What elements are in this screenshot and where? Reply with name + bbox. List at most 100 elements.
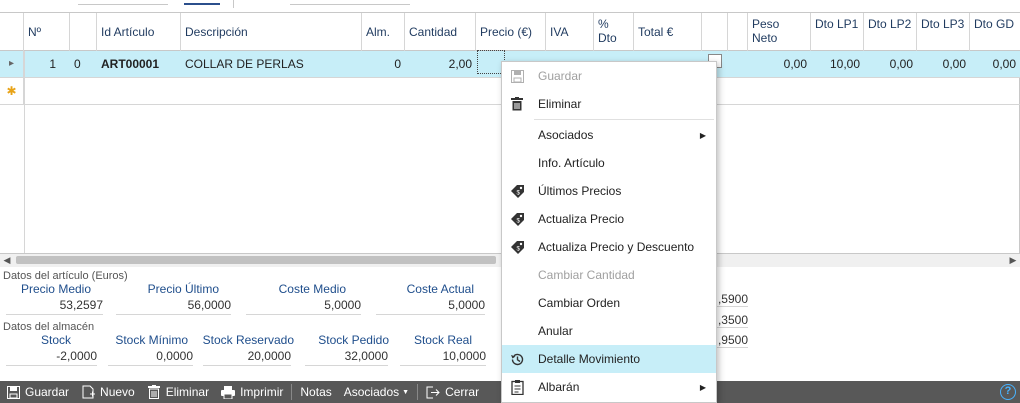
cerrar-label: Cerrar: [445, 385, 480, 399]
stock-reservado-label: Stock Reservado: [202, 333, 294, 347]
menu-item-eliminar[interactable]: Eliminar: [502, 90, 716, 118]
cell-num-b: 0: [74, 57, 81, 71]
dropdown-caret-icon: ▼: [402, 388, 410, 396]
scroll-left-icon[interactable]: ◀: [0, 254, 14, 267]
toolbar-separator: [417, 384, 419, 400]
scroll-thumb[interactable]: [16, 256, 496, 264]
cell-dto-lp2: 0,00: [889, 57, 913, 71]
eliminar-button[interactable]: Eliminar: [141, 381, 215, 403]
cell-descripcion: COLLAR DE PERLAS: [185, 57, 304, 71]
menu-label: Asociados: [538, 128, 594, 142]
stock-label: Stock: [40, 333, 71, 347]
new-row-star-icon: ✱: [0, 78, 24, 104]
menu-item-asociados[interactable]: Asociados ▶: [502, 121, 716, 149]
header-dto-lp3[interactable]: Dto LP3: [917, 13, 970, 51]
stock-real-label: Stock Real: [413, 333, 472, 347]
nuevo-button[interactable]: Nuevo: [75, 381, 141, 403]
header-dto-lp1[interactable]: Dto LP1: [811, 13, 864, 51]
menu-item-ultimos-precios[interactable]: $ Últimos Precios: [502, 177, 716, 205]
top-tab-fragment[interactable]: [184, 0, 220, 5]
imprimir-button[interactable]: Imprimir: [215, 381, 289, 403]
menu-label: Info. Artículo: [538, 156, 605, 170]
guardar-label: Guardar: [25, 385, 70, 399]
header-cantidad[interactable]: Cantidad: [405, 13, 476, 51]
articulo-section-title: Datos del artículo (Euros): [3, 270, 128, 282]
scroll-right-icon[interactable]: ▶: [1006, 254, 1020, 267]
asociados-button[interactable]: Asociados ▼: [338, 381, 415, 403]
cell-dto-gd: 0,00: [992, 57, 1016, 71]
submenu-arrow-icon: ▶: [699, 382, 706, 392]
row-selector-icon[interactable]: ▸: [0, 51, 24, 77]
menu-item-anular[interactable]: Anular: [502, 317, 716, 345]
coste-actual-label: Coste Actual: [406, 282, 474, 296]
guardar-button[interactable]: Guardar: [0, 381, 75, 403]
menu-item-guardar[interactable]: Guardar: [502, 62, 716, 90]
precio-ultimo-value: 56,0000: [116, 298, 231, 315]
coste-medio-label: Coste Medio: [278, 282, 346, 296]
cell-cantidad: 2,00: [448, 57, 472, 71]
context-menu: Guardar Eliminar Asociados ▶ Info. Artíc…: [501, 61, 717, 403]
menu-item-cambiar-cantidad[interactable]: Cambiar Cantidad: [502, 261, 716, 289]
printer-icon: [221, 385, 236, 399]
header-total[interactable]: Total €: [634, 13, 702, 51]
header-peso-neto[interactable]: Peso Neto: [748, 13, 811, 51]
header-precio[interactable]: Precio (€): [476, 13, 546, 51]
stock-minimo-label: Stock Mínimo: [115, 333, 188, 347]
asociados-label: Asociados: [343, 385, 400, 399]
coste-medio-value: 5,0000: [246, 298, 361, 315]
precio-medio-value: 53,2597: [6, 298, 103, 315]
stock-pedido-label: Stock Pedido: [318, 333, 389, 347]
menu-label: Actualiza Precio: [538, 212, 625, 226]
top-field-fragment: [290, 0, 410, 5]
grid-header: Nº Id Artículo Descripción Alm. Cantidad…: [0, 13, 1020, 51]
cell-peso-neto: 0,00: [783, 57, 807, 71]
header-alm[interactable]: Alm.: [362, 13, 405, 51]
menu-item-actualiza-precio[interactable]: $ Actualiza Precio: [502, 205, 716, 233]
header-iva[interactable]: IVA: [546, 13, 594, 51]
menu-item-actualiza-precio-descuento[interactable]: $ Actualiza Precio y Descuento: [502, 233, 716, 261]
header-dto[interactable]: % Dto: [594, 13, 634, 51]
history-icon: [509, 351, 525, 367]
save-icon: [6, 385, 20, 399]
document-icon: [509, 379, 525, 395]
header-blank2: [728, 13, 748, 51]
header-rowind: [0, 13, 24, 51]
cell-dto-lp1: 10,00: [829, 57, 860, 71]
help-icon[interactable]: ?: [1000, 384, 1016, 400]
header-descripcion[interactable]: Descripción: [181, 13, 362, 51]
header-dto-lp2[interactable]: Dto LP2: [864, 13, 917, 51]
notas-button[interactable]: Notas: [294, 381, 337, 403]
cell-dto-lp3: 0,00: [942, 57, 966, 71]
price-tag-icon: $: [509, 239, 525, 255]
menu-label: Cambiar Cantidad: [538, 268, 635, 282]
header-dto-gd[interactable]: Dto GD: [970, 13, 1020, 51]
exit-icon: [426, 385, 440, 399]
menu-item-detalle-movimiento[interactable]: Detalle Movimiento: [502, 345, 716, 373]
header-num[interactable]: Nº: [24, 13, 70, 51]
cell-id-articulo: ART00001: [101, 57, 160, 71]
coste-actual-value: 5,0000: [376, 298, 485, 315]
notas-label: Notas: [300, 385, 332, 399]
menu-label: Albarán: [538, 380, 580, 394]
menu-label: Detalle Movimiento: [538, 352, 641, 366]
precio-ultimo-label: Precio Último: [147, 282, 219, 296]
menu-label: Eliminar: [538, 97, 582, 111]
header-id-articulo[interactable]: Id Artículo: [97, 13, 181, 51]
almacen-section-title: Datos del almacén: [3, 321, 95, 333]
price-tag-icon: $: [509, 183, 525, 199]
cell-alm: 0: [394, 57, 401, 71]
menu-item-albaran[interactable]: Albarán ▶: [502, 373, 716, 401]
save-icon: [509, 68, 525, 84]
top-field-fragment: [78, 0, 168, 5]
cerrar-button[interactable]: Cerrar: [420, 381, 485, 403]
top-fragment: [0, 0, 1020, 12]
header-blank: [70, 13, 97, 51]
menu-separator: [534, 119, 714, 120]
eliminar-label: Eliminar: [165, 385, 210, 399]
menu-item-cambiar-orden[interactable]: Cambiar Orden: [502, 289, 716, 317]
top-divider: [233, 0, 234, 8]
submenu-arrow-icon: ▶: [699, 130, 706, 140]
menu-item-info-articulo[interactable]: Info. Artículo: [502, 149, 716, 177]
imprimir-label: Imprimir: [240, 385, 284, 399]
precio-medio-label: Precio Medio: [20, 282, 91, 296]
